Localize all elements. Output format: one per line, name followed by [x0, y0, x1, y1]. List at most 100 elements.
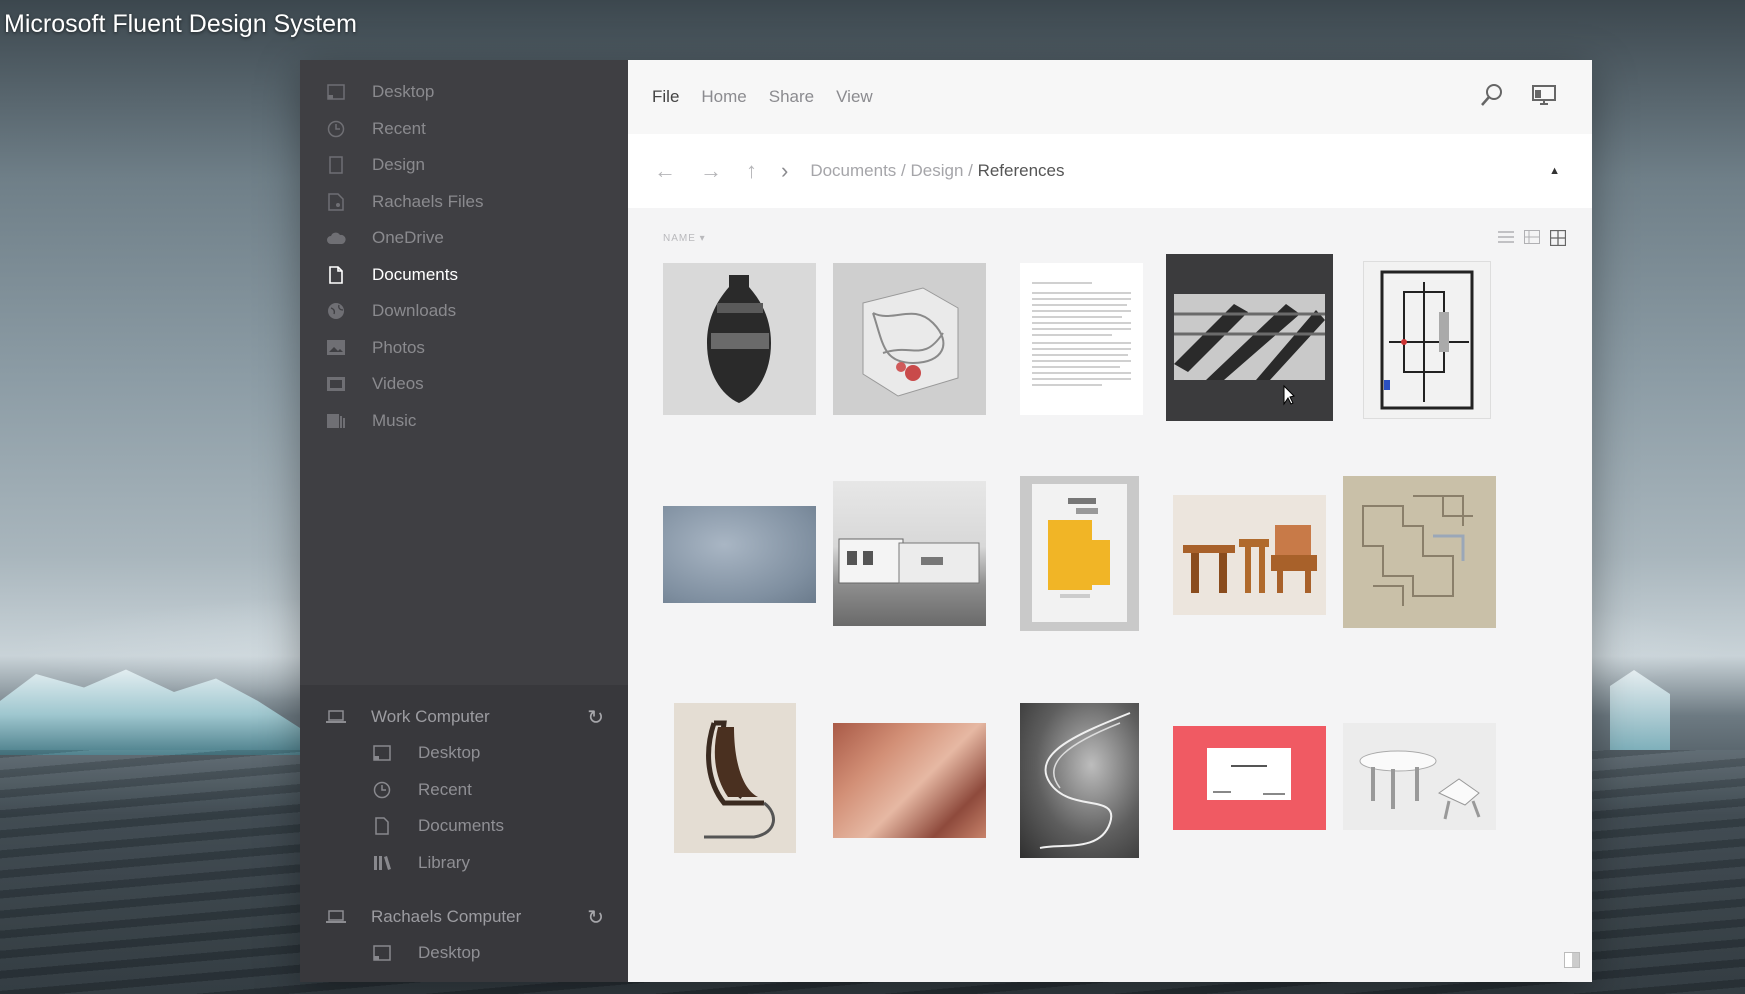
laptop-icon — [325, 910, 347, 924]
device-item-label: Library — [418, 852, 470, 872]
breadcrumb-documents[interactable]: Documents — [810, 161, 896, 180]
file-thumbnail-map-artwork[interactable] — [1343, 476, 1496, 628]
file-thumbnail-abstract-painting[interactable] — [833, 723, 986, 838]
sidebar-item-label: Desktop — [372, 82, 435, 102]
file-thumbnail-text-document[interactable] — [1020, 263, 1143, 415]
file-thumbnail-mondrian-art[interactable] — [1363, 261, 1491, 419]
sidebar-item-videos[interactable]: Videos — [300, 366, 628, 403]
breadcrumb-design[interactable]: Design — [910, 161, 963, 180]
file-thumbnail-trailer-photo[interactable] — [833, 481, 986, 626]
menu-share[interactable]: Share — [769, 87, 814, 107]
up-arrow-icon[interactable]: ↑ — [746, 158, 757, 184]
music-icon — [326, 412, 346, 430]
library-icon — [372, 855, 392, 871]
breadcrumb-current: References — [977, 161, 1065, 180]
address-bar: ← → ↑ › Documents / Design / References … — [628, 134, 1592, 208]
video-icon — [326, 375, 346, 393]
document-icon — [326, 265, 346, 284]
document-icon — [372, 817, 392, 835]
file-thumbnail-red-card[interactable] — [1173, 726, 1326, 830]
sort-dropdown[interactable]: NAME ▾ — [663, 233, 706, 244]
device-item-label: Desktop — [418, 943, 481, 963]
desktop-icon — [326, 83, 346, 101]
breadcrumb-separator: / — [963, 161, 978, 180]
device-item-documents[interactable]: Documents — [300, 808, 628, 845]
main-pane: File Home Share View ← → ↑ › Documents /… — [628, 60, 1592, 982]
device-name: Rachaels Computer — [371, 907, 522, 926]
sidebar-item-label: Design — [372, 155, 425, 175]
sidebar-item-label: Rachaels Files — [372, 191, 484, 211]
sidebar-item-recent[interactable]: Recent — [300, 111, 628, 148]
sidebar-item-label: OneDrive — [372, 228, 444, 248]
video-title: Microsoft Fluent Design System — [4, 10, 357, 38]
file-thumbnail-blue-texture[interactable] — [663, 506, 816, 603]
breadcrumb-separator: / — [896, 161, 911, 180]
file-thumbnail-wire-cube[interactable] — [833, 263, 986, 415]
chevron-right-icon[interactable]: › — [781, 158, 788, 184]
globe-icon — [326, 302, 346, 320]
menu-bar: File Home Share View — [652, 87, 873, 107]
tablet-icon — [326, 156, 346, 174]
forward-arrow-icon[interactable]: → — [700, 158, 722, 184]
sidebar-item-label: Photos — [372, 337, 425, 357]
file-thumbnail-chair-photo[interactable] — [674, 703, 796, 853]
file-grid: NAME ▾ — [628, 208, 1592, 982]
menu-home[interactable]: Home — [701, 87, 746, 107]
file-thumbnail-light-swirl[interactable] — [1020, 703, 1139, 858]
desktop-icon — [372, 945, 392, 961]
sync-icon[interactable]: ↻ — [587, 705, 604, 730]
device-work-computer[interactable]: Work Computer ↻ — [300, 699, 628, 735]
sidebar-item-label: Videos — [372, 374, 424, 394]
shared-file-icon — [326, 193, 346, 211]
file-thumbnail-wooden-furniture[interactable] — [1173, 495, 1326, 615]
sidebar-item-documents[interactable]: Documents — [300, 257, 628, 294]
breadcrumb: Documents / Design / References — [810, 161, 1064, 181]
device-rachaels-computer[interactable]: Rachaels Computer ↻ — [300, 899, 628, 935]
device-name: Work Computer — [371, 707, 490, 726]
device-item-label: Recent — [418, 779, 472, 799]
device-item-label: Documents — [418, 816, 504, 836]
desktop-icon — [372, 745, 392, 761]
device-item-library[interactable]: Library — [300, 845, 628, 882]
devices-section: Work Computer ↻ Desktop Recent Documents… — [300, 685, 628, 982]
sidebar-item-photos[interactable]: Photos — [300, 330, 628, 367]
pane-toggle-icon[interactable] — [1564, 952, 1580, 968]
details-view-icon[interactable] — [1524, 230, 1540, 251]
clock-icon — [326, 120, 346, 138]
view-switcher — [1498, 229, 1567, 251]
menu-view[interactable]: View — [836, 87, 873, 107]
sidebar-item-label: Music — [372, 410, 417, 430]
photo-icon — [326, 339, 346, 357]
sort-label: NAME — [663, 233, 696, 244]
laptop-icon — [325, 710, 347, 724]
connect-device-icon[interactable] — [1532, 84, 1556, 111]
sidebar-item-downloads[interactable]: Downloads — [300, 293, 628, 330]
device-item-recent[interactable]: Recent — [300, 772, 628, 809]
search-icon[interactable] — [1480, 83, 1504, 112]
sync-icon[interactable]: ↻ — [587, 905, 604, 930]
top-actions — [1480, 83, 1556, 112]
sidebar-item-label: Recent — [372, 118, 426, 138]
sidebar-item-music[interactable]: Music — [300, 403, 628, 440]
sidebar-item-desktop[interactable]: Desktop — [300, 74, 628, 111]
clock-icon — [372, 781, 392, 799]
sidebar-nav: Desktop Recent Design Rachaels Files One… — [300, 60, 628, 439]
device-item-desktop[interactable]: Desktop — [300, 735, 628, 772]
menu-file[interactable]: File — [652, 87, 679, 107]
file-thumbnail-architecture-selected[interactable] — [1166, 254, 1333, 421]
device-item-desktop[interactable]: Desktop — [300, 935, 628, 972]
cloud-icon — [326, 229, 346, 247]
file-thumbnail-yellow-poster[interactable] — [1020, 476, 1139, 631]
sidebar-item-design[interactable]: Design — [300, 147, 628, 184]
sidebar-item-onedrive[interactable]: OneDrive — [300, 220, 628, 257]
file-thumbnail-white-furniture[interactable] — [1343, 723, 1496, 830]
list-view-icon[interactable] — [1498, 230, 1514, 251]
grid-view-icon[interactable] — [1549, 229, 1567, 251]
sidebar-item-rachaels-files[interactable]: Rachaels Files — [300, 184, 628, 221]
collapse-caret-icon[interactable]: ▲ — [1549, 165, 1560, 177]
sidebar-item-label: Documents — [372, 264, 458, 284]
back-arrow-icon[interactable]: ← — [654, 158, 676, 184]
navigation-buttons: ← → ↑ › — [654, 158, 788, 184]
sidebar-item-label: Downloads — [372, 301, 457, 321]
file-thumbnail-vase[interactable] — [663, 263, 816, 415]
